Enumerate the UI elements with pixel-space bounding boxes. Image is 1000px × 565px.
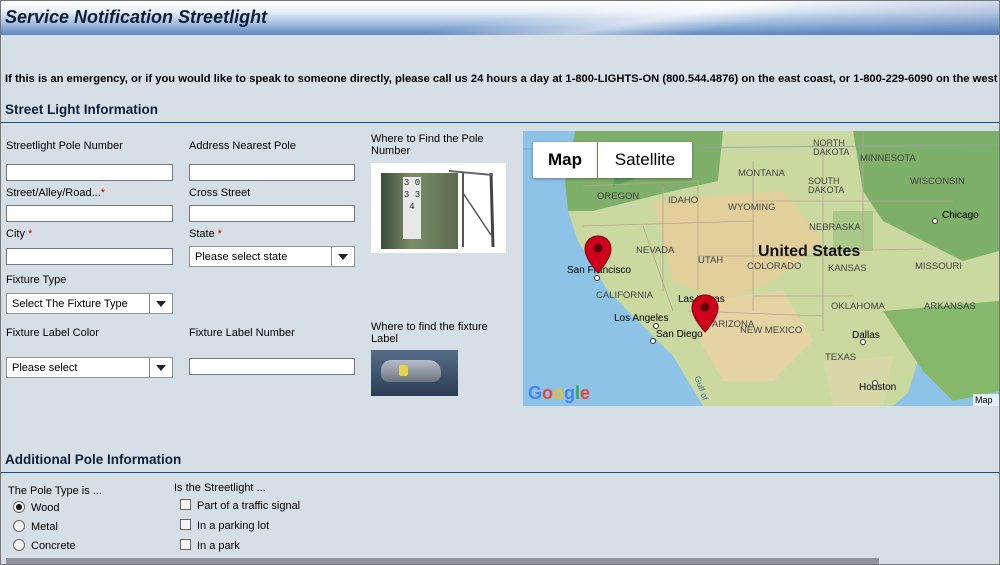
map-label-houston: Houston: [859, 382, 897, 393]
map-widget[interactable]: NORTH DAKOTA MINNESOTA MONTANA SOUTH DAK…: [523, 131, 999, 406]
fixture-photo: [381, 360, 441, 382]
map-label-arkansas: ARKANSAS: [924, 301, 976, 312]
map-label-oregon: OREGON: [597, 191, 640, 202]
state-select-value: Please select state: [195, 251, 288, 263]
chevron-down-icon[interactable]: [149, 358, 172, 377]
state-label: State *: [189, 228, 222, 240]
fixture-type-label: Fixture Type: [6, 274, 67, 286]
streetlight-arm-icon: [448, 170, 495, 248]
label-color-value: Please select: [12, 362, 78, 374]
street-light-section-title: Street Light Information: [5, 102, 158, 117]
map-label-south-dakota: SOUTH DAKOTA: [808, 176, 845, 195]
map-label-kansas: KANSAS: [828, 263, 867, 274]
map-label-nevada: NEVADA: [636, 245, 675, 256]
street-label-text: Street/Alley/Road...: [6, 187, 101, 199]
fixture-label-example-image: [371, 350, 458, 396]
map-label-dallas: Dallas: [852, 330, 880, 341]
map-label-oklahoma: OKLAHOMA: [831, 301, 885, 312]
map-label-nebraska: NEBRASKA: [809, 222, 861, 233]
map-label-wisconsin: WISCONSIN: [910, 176, 965, 187]
section-divider: [1, 472, 999, 473]
pole-type-wood-radio[interactable]: [13, 501, 25, 513]
street-label: Street/Alley/Road...*: [6, 187, 105, 199]
address-label: Address Nearest Pole: [189, 140, 296, 152]
parking-lot-label[interactable]: In a parking lot: [197, 520, 269, 532]
map-type-satellite-button[interactable]: Satellite: [598, 142, 692, 178]
map-type-map-button[interactable]: Map: [533, 142, 597, 178]
required-marker: *: [100, 187, 106, 199]
pole-type-metal-label[interactable]: Metal: [31, 521, 58, 533]
map-marker-icon[interactable]: [691, 294, 719, 334]
pole-help-label: Where to Find the Pole Number: [371, 133, 484, 157]
section-divider: [1, 122, 999, 123]
city-label: City *: [6, 228, 32, 240]
horizontal-scrollbar[interactable]: [6, 558, 879, 564]
pole-number-example-image: 3 0 3 3 4: [371, 163, 506, 253]
label-number-input[interactable]: [189, 358, 355, 375]
map-label-los-angeles: Los Angeles: [614, 313, 669, 324]
map-label-montana: MONTANA: [738, 168, 785, 179]
label-number-label: Fixture Label Number: [189, 327, 295, 339]
park-checkbox[interactable]: [180, 539, 191, 550]
traffic-signal-checkbox[interactable]: [180, 499, 191, 510]
city-label-text: City: [6, 228, 25, 240]
map-attribution[interactable]: Map: [973, 394, 999, 406]
park-label[interactable]: In a park: [197, 540, 240, 552]
state-select[interactable]: Please select state: [189, 246, 355, 267]
additional-section-title: Additional Pole Information: [5, 452, 182, 467]
pole-type-label: The Pole Type is ...: [8, 485, 102, 497]
pole-number-input[interactable]: [6, 164, 173, 181]
cross-street-label: Cross Street: [189, 187, 251, 199]
map-label-wyoming: WYOMING: [728, 202, 776, 213]
map-label-minnesota: MINNESOTA: [860, 153, 916, 164]
street-input[interactable]: [6, 205, 173, 222]
form-page: Service Notification Streetlight If this…: [0, 0, 1000, 565]
title-bar: Service Notification Streetlight: [1, 1, 999, 35]
fixture-label-tag: [399, 365, 408, 376]
pole-type-concrete-radio[interactable]: [13, 539, 25, 551]
title-bar-decoration: [359, 1, 999, 35]
chevron-down-icon[interactable]: [149, 294, 172, 313]
pole-number-label: Streetlight Pole Number: [6, 140, 123, 152]
city-input[interactable]: [6, 248, 173, 265]
parking-lot-checkbox[interactable]: [180, 519, 191, 530]
map-label-colorado: COLORADO: [747, 261, 802, 272]
map-label-new-mexico: NEW MEXICO: [740, 325, 803, 336]
map-label-texas: TEXAS: [825, 352, 857, 363]
address-input[interactable]: [189, 164, 355, 181]
map-label-missouri: MISSOURI: [915, 261, 962, 272]
map-label-idaho: IDAHO: [668, 195, 699, 206]
map-label-north-dakota: NORTH DAKOTA: [813, 138, 850, 157]
traffic-signal-label[interactable]: Part of a traffic signal: [197, 500, 300, 512]
chevron-down-icon[interactable]: [331, 247, 354, 266]
label-color-label: Fixture Label Color: [6, 327, 99, 339]
pole-type-concrete-label[interactable]: Concrete: [31, 540, 76, 552]
map-label-chicago: Chicago: [942, 210, 979, 221]
pole-type-metal-radio[interactable]: [13, 520, 25, 532]
cross-street-input[interactable]: [189, 205, 355, 222]
map-label-utah: UTAH: [698, 255, 724, 266]
map-label-california: CALIFORNIA: [596, 290, 654, 301]
fixture-help-label: Where to find the fixture Label: [371, 321, 488, 345]
required-marker: *: [217, 228, 223, 240]
fixture-type-select[interactable]: Select The Fixture Type: [6, 293, 173, 314]
map-marker-icon[interactable]: [584, 235, 612, 275]
google-logo: Google: [528, 383, 591, 403]
state-label-text: State: [189, 228, 215, 240]
pole-type-wood-label[interactable]: Wood: [31, 502, 60, 514]
emergency-notice: If this is an emergency, or if you would…: [5, 73, 1000, 85]
label-color-select[interactable]: Please select: [6, 357, 173, 378]
page-title: Service Notification Streetlight: [5, 7, 268, 27]
map-label-country: United States: [758, 243, 861, 260]
streetlight-location-label: Is the Streetlight ...: [174, 482, 266, 494]
fixture-type-value: Select The Fixture Type: [12, 298, 128, 310]
required-marker: *: [28, 228, 33, 240]
